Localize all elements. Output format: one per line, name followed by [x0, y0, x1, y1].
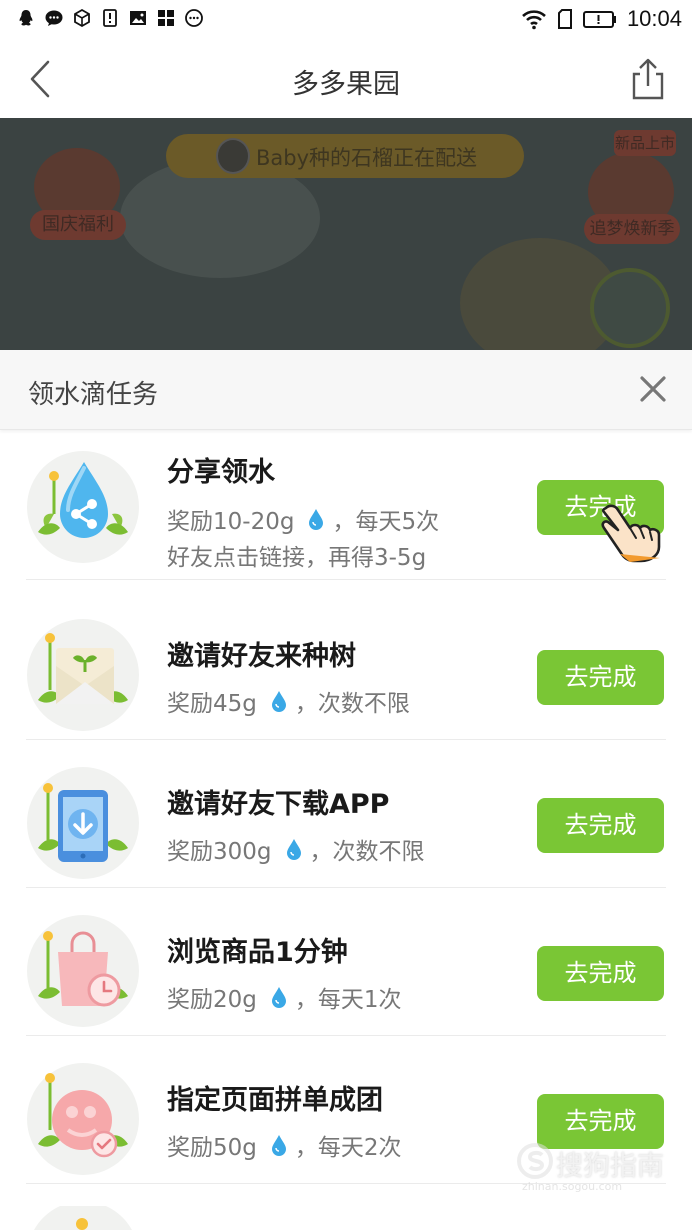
- share-drop-icon: [27, 451, 139, 563]
- wifi-icon: [522, 10, 546, 30]
- water-drop-icon: [286, 839, 301, 860]
- status-notification-icons: [16, 8, 204, 28]
- water-drop-icon: [271, 987, 286, 1008]
- sim-alert-icon: [103, 9, 117, 27]
- dream-season-label[interactable]: 追梦焕新季: [584, 214, 680, 244]
- apps-grid-icon: [158, 10, 174, 26]
- task-row: 邀请好友来种树 奖励45g ，次数不限 去完成: [0, 592, 692, 740]
- page-title: 多多果园: [292, 69, 400, 100]
- cube-app-icon: [74, 8, 90, 28]
- reward-amount: 奖励10-20g: [167, 509, 295, 535]
- task-reward: 奖励20g ，每天1次: [167, 980, 402, 1014]
- task-extra: 好友点击链接，再得3-5g: [167, 545, 427, 571]
- reward-frequency: ，次数不限: [294, 691, 410, 717]
- task-reward: 奖励300g ，次数不限: [167, 832, 425, 866]
- water-drop-icon: [271, 691, 286, 712]
- reward-frequency: ，每天1次: [294, 987, 402, 1013]
- group-buy-icon: [27, 1063, 139, 1175]
- complete-task-button[interactable]: 去完成: [537, 650, 664, 705]
- task-name: 浏览商品1分钟: [167, 937, 348, 968]
- task-name: 指定页面拼单成团: [167, 1085, 383, 1116]
- gallery-icon: [130, 11, 146, 25]
- divider: [26, 579, 666, 580]
- banner-text: Baby种的石榴正在配送: [256, 146, 478, 170]
- reward-frequency: ，每天2次: [294, 1135, 402, 1161]
- water-drop-icon: [309, 509, 324, 530]
- watermark-url: zhinan.sogou.com: [522, 1180, 623, 1193]
- sheet-title: 领水滴任务: [28, 380, 159, 410]
- task-row: 邀请好友下载APP 奖励300g ，次数不限 去完成: [0, 740, 692, 888]
- next-task-icon: [34, 1206, 132, 1230]
- close-icon[interactable]: [634, 370, 672, 408]
- task-reward: 奖励50g ，每天2次: [167, 1128, 402, 1162]
- reward-frequency: ，每天5次: [332, 509, 440, 535]
- delivery-banner[interactable]: Baby种的石榴正在配送: [166, 134, 524, 178]
- task-name: 邀请好友来种树: [167, 641, 356, 672]
- pointing-hand-icon: [601, 504, 661, 563]
- invite-envelope-icon: [27, 619, 139, 731]
- task-name: 分享领水: [167, 457, 275, 488]
- water-drop-icon: [271, 1135, 286, 1156]
- shopping-bag-clock-icon: [27, 915, 139, 1027]
- complete-task-button[interactable]: 去完成: [537, 946, 664, 1001]
- task-row: 分享领水 奖励10-20g ，每天5次 好友点击链接，再得3-5g 去完成: [0, 432, 692, 580]
- share-icon[interactable]: [628, 56, 668, 102]
- reward-amount: 奖励20g: [167, 987, 257, 1013]
- reward-amount: 奖励50g: [167, 1135, 257, 1161]
- task-reward: 奖励45g ，次数不限: [167, 684, 410, 718]
- battery-icon: [582, 11, 616, 28]
- download-phone-icon: [27, 767, 139, 879]
- task-name: 邀请好友下载APP: [167, 789, 390, 820]
- orchard-game-area[interactable]: 国庆福利 Baby种的石榴正在配送 新品上市 追梦焕新季: [0, 118, 692, 350]
- sogou-logo-icon: [517, 1143, 553, 1179]
- status-system-icons: 10:04: [521, 6, 682, 32]
- status-bar: 10:04: [0, 0, 692, 40]
- complete-task-button[interactable]: 去完成: [537, 798, 664, 853]
- task-reward: 奖励10-20g ，每天5次: [167, 502, 439, 536]
- reward-amount: 奖励45g: [167, 691, 257, 717]
- sogou-watermark: 搜狗指南 zhinan.sogou.com: [512, 1138, 682, 1194]
- water-drop-badge-icon[interactable]: [590, 268, 670, 348]
- wechat-icon: [45, 10, 63, 26]
- watermark-text: 搜狗指南: [556, 1151, 664, 1182]
- reward-frequency: ，次数不限: [309, 839, 425, 865]
- clock: 10:04: [626, 6, 682, 31]
- avatar: [216, 138, 250, 174]
- task-row: 浏览商品1分钟 奖励20g ，每天1次 去完成: [0, 888, 692, 1036]
- new-product-tag: 新品上市: [614, 130, 676, 156]
- national-day-gift-label[interactable]: 国庆福利: [30, 210, 126, 240]
- sheet-header: 领水滴任务: [0, 350, 692, 430]
- nav-bar: 多多果园: [0, 40, 692, 118]
- reward-amount: 奖励300g: [167, 839, 272, 865]
- more-dots-icon: [185, 9, 203, 27]
- sim-icon: [557, 9, 572, 29]
- qq-icon: [19, 10, 33, 26]
